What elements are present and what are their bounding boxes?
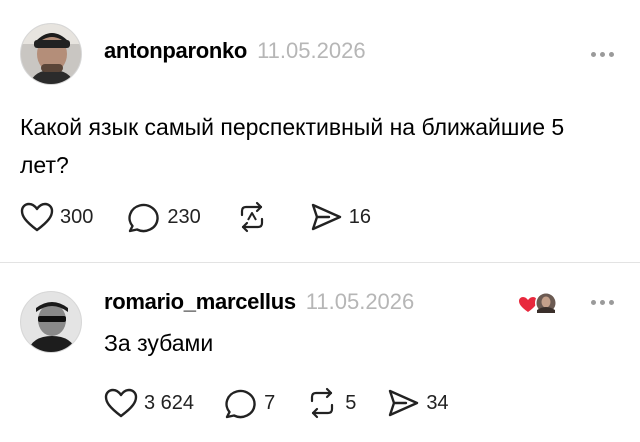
more-dots-icon[interactable] bbox=[591, 300, 614, 305]
more-dots-icon[interactable] bbox=[591, 52, 614, 57]
repost-button[interactable]: 5 bbox=[305, 387, 356, 419]
post-date: 11.05.2026 bbox=[305, 289, 415, 314]
username[interactable]: antonparonko bbox=[104, 38, 247, 64]
reply-count: 230 bbox=[167, 205, 201, 228]
reply-button[interactable]: 7 bbox=[224, 387, 275, 419]
reply-count: 7 bbox=[264, 391, 276, 414]
like-button[interactable]: 300 bbox=[20, 202, 93, 232]
send-icon bbox=[309, 202, 343, 232]
send-icon bbox=[386, 388, 420, 418]
speech-bubble-icon bbox=[224, 387, 258, 419]
like-button[interactable]: 3 624 bbox=[104, 388, 194, 418]
username[interactable]: romario_marcellus bbox=[104, 289, 296, 315]
share-count: 16 bbox=[348, 205, 371, 228]
share-button[interactable]: 34 bbox=[386, 388, 449, 418]
share-button[interactable]: 16 bbox=[309, 202, 371, 232]
heart-with-avatar-icon[interactable] bbox=[518, 290, 558, 320]
speech-bubble-icon bbox=[127, 201, 161, 233]
reply-button[interactable]: 230 bbox=[127, 201, 201, 233]
heart-icon bbox=[104, 388, 138, 418]
like-count: 300 bbox=[60, 205, 94, 228]
post-header: antonparonko 11.05.2026 bbox=[104, 38, 366, 64]
heart-icon bbox=[20, 202, 54, 232]
avatar[interactable] bbox=[20, 23, 82, 85]
post-text: За зубами bbox=[104, 330, 214, 356]
avatar[interactable] bbox=[20, 291, 82, 353]
post-text: Какой язык самый перспективный на ближай… bbox=[20, 114, 565, 178]
post-card: antonparonko 11.05.2026 Какой язык самый… bbox=[0, 0, 640, 262]
repost-icon bbox=[305, 387, 339, 419]
repost-button[interactable] bbox=[235, 201, 275, 233]
reply-card: romario_marcellus 11.05.2026 За зубами 3… bbox=[0, 263, 640, 442]
repost-icon bbox=[235, 201, 269, 233]
like-count: 3 624 bbox=[144, 391, 195, 414]
share-count: 34 bbox=[426, 391, 449, 414]
post-actions: 300 230 16 bbox=[20, 201, 405, 233]
post-header: romario_marcellus 11.05.2026 bbox=[104, 289, 414, 315]
post-date: 11.05.2026 bbox=[257, 38, 366, 63]
repost-count: 5 bbox=[345, 391, 357, 414]
post-actions: 3 624 7 5 34 bbox=[104, 387, 479, 419]
